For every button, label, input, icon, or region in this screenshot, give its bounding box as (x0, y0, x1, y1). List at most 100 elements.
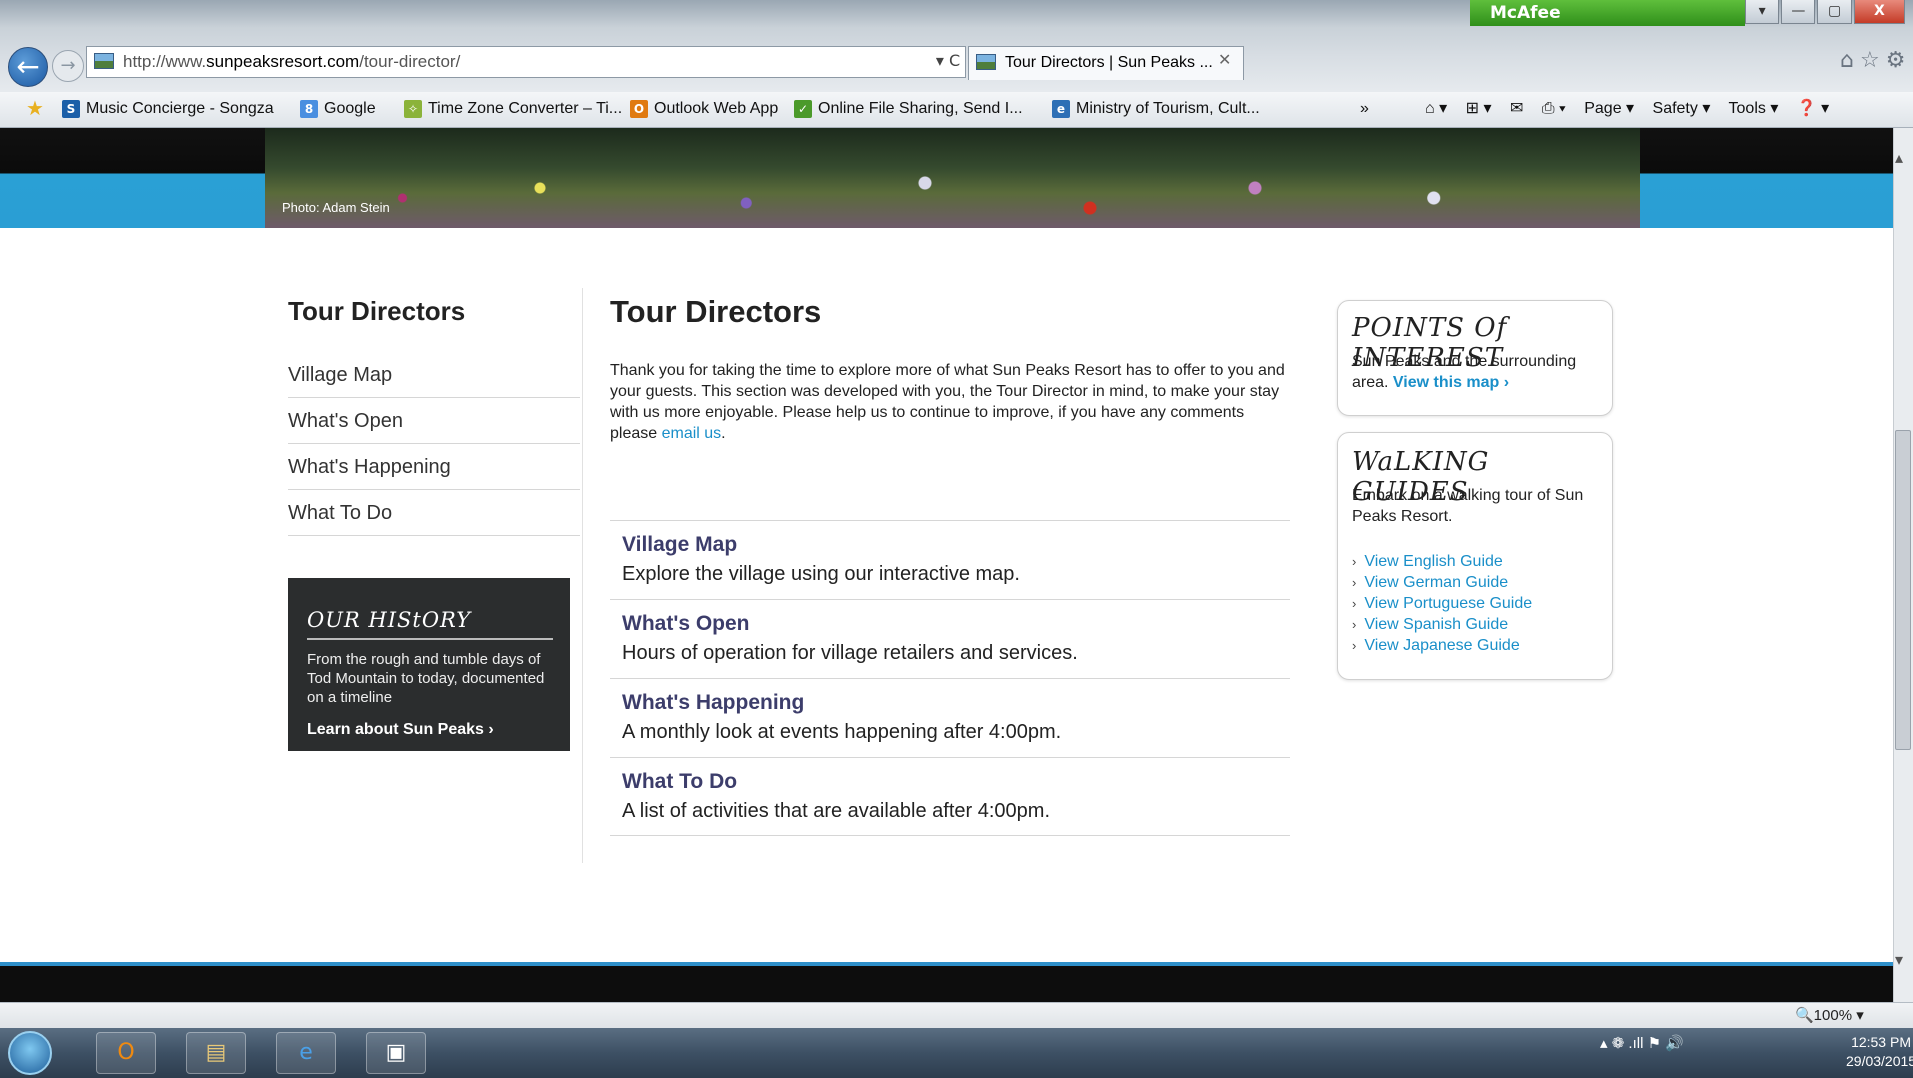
guide-english-link[interactable]: › View English Guide (1352, 553, 1503, 571)
address-bar[interactable]: http://www.sunpeaksresort.com/tour-direc… (86, 46, 966, 78)
list-item: What's Open Hours of operation for villa… (610, 599, 1290, 678)
intro-end: . (721, 425, 726, 442)
list-item: What's Happening A monthly look at event… (610, 678, 1290, 757)
sidebar-title: Tour Directors (288, 296, 466, 326)
clock[interactable]: 12:53 PM 29/03/2015 (1846, 1033, 1913, 1071)
minimize-button[interactable]: — (1781, 0, 1816, 24)
chevron-right-icon: › (1352, 638, 1357, 653)
guide-german-link[interactable]: › View German Guide (1352, 574, 1508, 592)
command-bar: ⌂ ▾ ⊞ ▾ ✉ ⎙ ▾ Page ▾ Safety ▾ Tools ▾ ❓ … (1425, 92, 1829, 126)
guide-label: View German Guide (1364, 574, 1509, 591)
guide-japanese-link[interactable]: › View Japanese Guide (1352, 637, 1520, 655)
tab-favicon-icon (976, 54, 996, 70)
history-promo[interactable]: OUR HIStORY From the rough and tumble da… (288, 578, 570, 751)
guide-label: View Spanish Guide (1364, 616, 1509, 633)
home-icon[interactable]: ⌂ ▾ (1425, 100, 1447, 117)
walking-text: Embark on a walking tour of Sun Peaks Re… (1352, 487, 1584, 525)
list-item: What To Do A list of activities that are… (610, 757, 1290, 836)
mail-icon[interactable]: ✉ (1510, 100, 1523, 117)
maximize-button[interactable]: ▢ (1817, 0, 1852, 24)
print-icon[interactable]: ⎙ ▾ (1542, 100, 1566, 117)
entry-description: Hours of operation for village retailers… (622, 642, 1078, 664)
favorites-star-icon[interactable]: ★ (26, 92, 44, 126)
favorite-label: Ministry of Tourism, Cult... (1076, 100, 1260, 117)
page-menu[interactable]: Page ▾ (1584, 100, 1634, 117)
photo-credit: Photo: Adam Stein (282, 200, 390, 215)
back-arrow-icon[interactable]: ← (8, 47, 48, 87)
file-sharing-icon: ✓ (794, 99, 812, 118)
refresh-icon[interactable]: ▾ C (930, 46, 966, 78)
sidebar-item-whats-open[interactable]: What's Open (288, 398, 580, 444)
guide-portuguese-link[interactable]: › View Portuguese Guide (1352, 595, 1532, 613)
guide-label: View Japanese Guide (1364, 637, 1520, 654)
favorite-google[interactable]: 8 Google (300, 92, 376, 126)
sidebar-item-whats-happening[interactable]: What's Happening (288, 444, 580, 490)
favorite-label: Outlook Web App (654, 100, 779, 117)
tab-close-icon[interactable]: ✕ (1218, 50, 1231, 69)
window-menu-button[interactable]: ▾ (1745, 0, 1780, 24)
favorite-label: Google (324, 100, 376, 117)
sidebar-item-village-map[interactable]: Village Map (288, 352, 580, 398)
favorite-label: Music Concierge - Songza (86, 100, 274, 117)
whats-open-link[interactable]: What's Open (622, 612, 750, 636)
app-taskbar-icon[interactable]: ▣ (366, 1032, 426, 1074)
guide-spanish-link[interactable]: › View Spanish Guide (1352, 616, 1508, 634)
what-to-do-link[interactable]: What To Do (622, 770, 737, 794)
ie-taskbar-icon[interactable]: e (276, 1032, 336, 1074)
system-tray-icons[interactable]: ▴ ❁ .ıll ⚑ 🔊 (1600, 1034, 1684, 1052)
close-window-button[interactable]: X (1853, 0, 1905, 24)
safety-menu[interactable]: Safety ▾ (1653, 100, 1711, 117)
favorite-label: Time Zone Converter – Ti... (428, 100, 623, 117)
points-of-interest-box: POINTS Of INTEREST Sun Peaks and the sur… (1337, 300, 1613, 416)
favorite-ministry[interactable]: e Ministry of Tourism, Cult... (1052, 92, 1260, 126)
feeds-icon[interactable]: ⊞ ▾ (1466, 100, 1492, 117)
email-us-link[interactable]: email us (662, 425, 722, 442)
view-map-link[interactable]: View this map › (1393, 374, 1509, 391)
learn-about-link[interactable]: Learn about Sun Peaks › (307, 721, 494, 739)
tools-menu[interactable]: Tools ▾ (1729, 100, 1779, 117)
favorite-timezone[interactable]: ✧ Time Zone Converter – Ti... (404, 92, 622, 126)
entry-description: Explore the village using our interactiv… (622, 563, 1020, 585)
folder-taskbar-icon[interactable]: ▤ (186, 1032, 246, 1074)
forward-arrow-icon[interactable]: → (52, 50, 84, 82)
browser-tab[interactable]: Tour Directors | Sun Peaks ... (968, 46, 1244, 80)
entry-description: A list of activities that are available … (622, 800, 1050, 822)
village-map-link[interactable]: Village Map (622, 533, 737, 557)
outlook-taskbar-icon[interactable]: O (96, 1032, 156, 1074)
guide-label: View Portuguese Guide (1364, 595, 1533, 612)
mcafee-badge[interactable]: McAfee (1470, 0, 1745, 26)
zoom-level[interactable]: 🔍100% ▾ (1795, 1006, 1864, 1024)
history-text: From the rough and tumble days of Tod Mo… (307, 651, 545, 706)
sidebar-item-what-to-do[interactable]: What To Do (288, 490, 580, 536)
list-item: Village Map Explore the village using ou… (610, 520, 1290, 599)
address-prefix: http://www. (123, 52, 207, 71)
ie-icon: e (1052, 99, 1070, 118)
guide-label: View English Guide (1364, 553, 1503, 570)
clock-date: 29/03/2015 (1846, 1053, 1913, 1069)
home-star-gear-icons[interactable]: ⌂☆⚙ (1840, 48, 1911, 73)
walking-guides-box: WaLKING GUIDES Embark on a walking tour … (1337, 432, 1613, 680)
entry-description: A monthly look at events happening after… (622, 721, 1062, 743)
clock-time: 12:53 PM (1851, 1034, 1911, 1050)
favorite-outlook[interactable]: O Outlook Web App (630, 92, 778, 126)
outlook-icon: O (630, 99, 648, 118)
scroll-up-icon[interactable]: ▴ (1895, 148, 1903, 167)
favorites-bar: ★ S Music Concierge - Songza 8 Google ✧ Tim… (0, 92, 1913, 128)
window-controls: ▾ — ▢ X (1745, 0, 1913, 26)
chevron-right-icon: › (1352, 575, 1357, 590)
scroll-down-icon[interactable]: ▾ (1895, 950, 1903, 969)
whats-happening-link[interactable]: What's Happening (622, 691, 804, 715)
start-orb-icon[interactable] (8, 1031, 52, 1075)
scrollbar-thumb[interactable] (1895, 430, 1911, 750)
site-footer (0, 962, 1893, 1002)
poi-text: Sun Peaks and the surrounding area. View… (1352, 351, 1602, 393)
chevron-right-icon: › (1352, 554, 1357, 569)
favorites-more-icon[interactable]: » (1360, 92, 1369, 126)
address-path: /tour-director/ (359, 52, 461, 71)
status-bar: 🔍100% ▾ (0, 1002, 1913, 1028)
web-page: Photo: Adam Stein Tour Directors Village… (0, 128, 1893, 968)
favorite-songza[interactable]: S Music Concierge - Songza (62, 92, 274, 126)
history-title: OUR HIStORY (307, 608, 472, 632)
favorite-file-sharing[interactable]: ✓ Online File Sharing, Send I... (794, 92, 1023, 126)
help-icon[interactable]: ❓ ▾ (1797, 100, 1829, 117)
